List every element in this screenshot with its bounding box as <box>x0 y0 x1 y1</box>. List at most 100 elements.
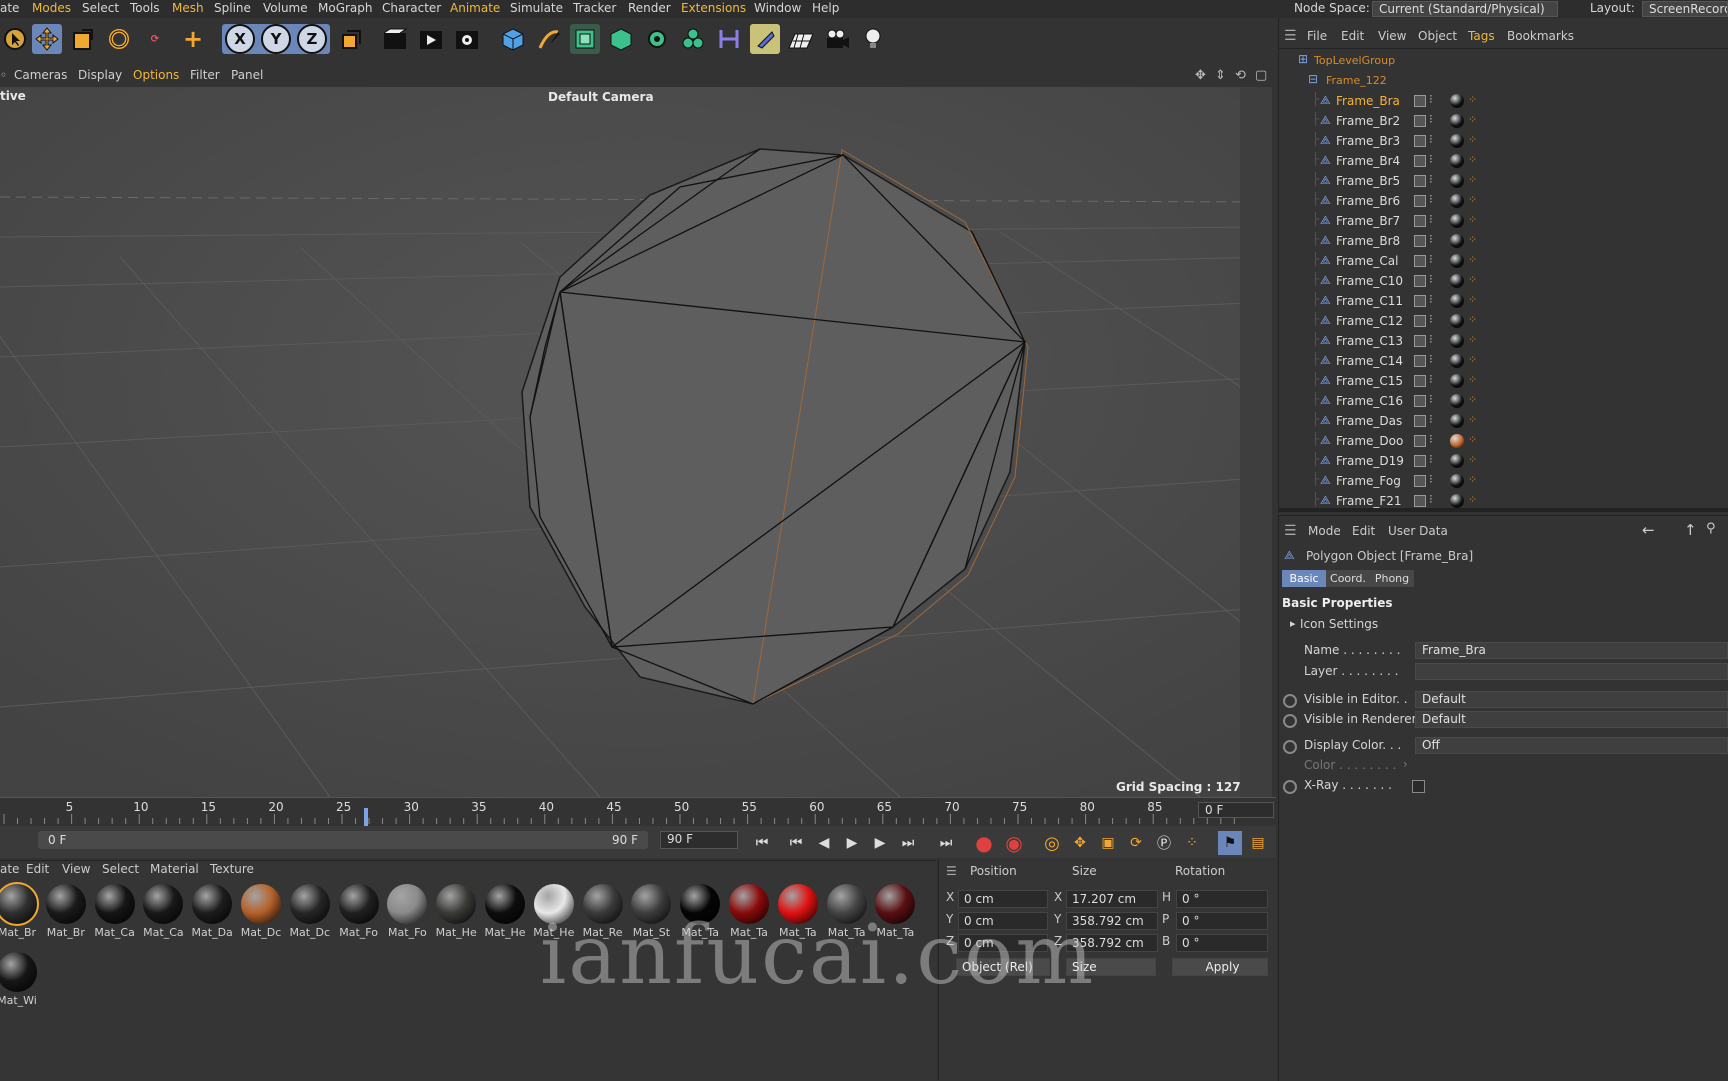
key-scale-icon[interactable]: ▣ <box>1096 831 1120 855</box>
up-arrow-icon[interactable]: ↑ <box>1684 521 1697 539</box>
viewport-menu-panel[interactable]: Panel <box>231 68 263 82</box>
material-tag-icon[interactable] <box>1450 154 1464 168</box>
visibility-dots-icon[interactable]: ⁝ <box>1429 272 1433 286</box>
layer-checkbox[interactable] <box>1414 175 1426 187</box>
material-swatch[interactable]: Mat_Ca <box>140 884 186 939</box>
key-rotation-icon[interactable]: ⟳ <box>1124 831 1148 855</box>
phong-tag-icon[interactable]: ⁘ <box>1468 393 1477 406</box>
cube-primitive-icon[interactable] <box>498 24 528 54</box>
layer-checkbox[interactable] <box>1414 135 1426 147</box>
object-row[interactable]: ├ ⟁ Frame_C14 ⁝ ⁘ <box>1278 352 1728 372</box>
render-view-icon[interactable] <box>380 24 410 54</box>
visibility-dots-icon[interactable]: ⁝ <box>1429 212 1433 226</box>
visible-editor-anim-icon[interactable] <box>1283 694 1297 708</box>
om-menu-file[interactable]: File <box>1307 29 1327 43</box>
layer-checkbox[interactable] <box>1414 255 1426 267</box>
visibility-dots-icon[interactable]: ⁝ <box>1429 292 1433 306</box>
coordinate-system-icon[interactable] <box>336 24 366 54</box>
end-frame-field[interactable]: 90 F <box>660 831 738 849</box>
phong-tag-icon[interactable]: ⁘ <box>1468 293 1477 306</box>
visibility-dots-icon[interactable]: ⁝ <box>1429 332 1433 346</box>
object-row[interactable]: ├ ⟁ Frame_Cal ⁝ ⁘ <box>1278 252 1728 272</box>
object-row[interactable]: ├ ⟁ Frame_Br3 ⁝ ⁘ <box>1278 132 1728 152</box>
object-row[interactable]: ├ ⟁ Frame_D19 ⁝ ⁘ <box>1278 452 1728 472</box>
root-object-name[interactable]: TopLevelGroup <box>1314 54 1395 67</box>
visibility-dots-icon[interactable]: ⁝ <box>1429 112 1433 126</box>
prev-frame-icon[interactable]: ◀ <box>812 831 836 855</box>
menu-animate[interactable]: Animate <box>450 1 500 15</box>
viewport-maximize-icon[interactable]: ▢ <box>1255 68 1267 83</box>
visible-renderer-dropdown[interactable]: Default <box>1415 711 1728 728</box>
cloner-icon[interactable] <box>642 24 672 54</box>
menu-create[interactable]: ate <box>0 1 19 15</box>
layer-checkbox[interactable] <box>1414 455 1426 467</box>
menu-window[interactable]: Window <box>754 1 801 15</box>
layer-checkbox[interactable] <box>1414 475 1426 487</box>
om-menu-tags[interactable]: Tags <box>1468 29 1495 43</box>
material-tag-icon[interactable] <box>1450 214 1464 228</box>
material-tag-icon[interactable] <box>1450 354 1464 368</box>
extrude-icon[interactable] <box>606 24 636 54</box>
object-row[interactable]: ├ ⟁ Frame_Fog ⁝ ⁘ <box>1278 472 1728 492</box>
material-tag-icon[interactable] <box>1450 434 1464 448</box>
group-object-name[interactable]: Frame_122 <box>1326 74 1387 87</box>
icon-settings-label[interactable]: Icon Settings <box>1300 617 1378 631</box>
material-swatch[interactable]: Mat_Fo <box>384 884 430 939</box>
viewport-menu-cameras[interactable]: Cameras <box>14 68 67 82</box>
phong-tag-icon[interactable]: ⁘ <box>1468 353 1477 366</box>
material-tag-icon[interactable] <box>1450 334 1464 348</box>
subdivision-surface-icon[interactable] <box>570 24 600 54</box>
material-tag-icon[interactable] <box>1450 194 1464 208</box>
material-tag-icon[interactable] <box>1450 94 1464 108</box>
object-row[interactable]: ├ ⟁ Frame_Doo ⁝ ⁘ <box>1278 432 1728 452</box>
visibility-dots-icon[interactable]: ⁝ <box>1429 352 1433 366</box>
coord-menu-icon[interactable]: ☰ <box>946 864 957 878</box>
om-menu-icon[interactable]: ☰ <box>1284 28 1297 44</box>
material-swatch[interactable]: Mat_Dc <box>287 884 333 939</box>
position-field[interactable]: 0 cm <box>958 890 1048 908</box>
phong-tag-icon[interactable]: ⁘ <box>1468 473 1477 486</box>
apply-button[interactable]: Apply <box>1172 958 1268 976</box>
floor-environment-icon[interactable] <box>786 24 816 54</box>
viewport-pan-icon[interactable]: ✥ <box>1195 68 1206 83</box>
material-tag-icon[interactable] <box>1450 454 1464 468</box>
object-row[interactable]: ├ ⟁ Frame_Bra ⁝ ⁘ <box>1278 92 1728 112</box>
play-icon[interactable]: ▶ <box>840 831 864 855</box>
mat-menu-texture[interactable]: Texture <box>210 862 254 876</box>
menu-character[interactable]: Character <box>382 1 441 15</box>
node-space-dropdown[interactable]: Current (Standard/Physical) <box>1372 1 1558 17</box>
rotate-tool-icon[interactable] <box>104 24 134 54</box>
record-keys-icon[interactable]: ● <box>972 831 996 855</box>
prev-key-icon[interactable]: ⏮ <box>784 831 808 855</box>
render-settings-icon[interactable] <box>452 24 482 54</box>
z-axis-lock-button[interactable]: Z <box>297 24 327 54</box>
menu-help[interactable]: Help <box>812 1 839 15</box>
field-icon[interactable] <box>750 24 780 54</box>
material-tag-icon[interactable] <box>1450 254 1464 268</box>
mograph-icon[interactable] <box>678 24 708 54</box>
visibility-dots-icon[interactable]: ⁝ <box>1429 252 1433 266</box>
xray-checkbox[interactable] <box>1412 780 1425 793</box>
search-icon[interactable]: ⚲ <box>1706 521 1716 536</box>
menu-select[interactable]: Select <box>82 1 119 15</box>
viewport-scrollbar[interactable] <box>1240 87 1272 797</box>
visible-renderer-anim-icon[interactable] <box>1283 714 1297 728</box>
layer-checkbox[interactable] <box>1414 335 1426 347</box>
menu-modes[interactable]: Modes <box>32 1 71 15</box>
viewport-menu-filter[interactable]: Filter <box>190 68 220 82</box>
display-color-anim-icon[interactable] <box>1283 740 1297 754</box>
menu-volume[interactable]: Volume <box>263 1 308 15</box>
visibility-dots-icon[interactable]: ⁝ <box>1429 432 1433 446</box>
visibility-dots-icon[interactable]: ⁝ <box>1429 312 1433 326</box>
phong-tag-icon[interactable]: ⁘ <box>1468 213 1477 226</box>
mat-menu-select[interactable]: Select <box>102 862 139 876</box>
layer-checkbox[interactable] <box>1414 495 1426 507</box>
material-tag-icon[interactable] <box>1450 314 1464 328</box>
visibility-dots-icon[interactable]: ⁝ <box>1429 92 1433 106</box>
layout-dropdown[interactable]: ScreenRecordi <box>1642 1 1728 17</box>
layer-checkbox[interactable] <box>1414 155 1426 167</box>
phong-tag-icon[interactable]: ⁘ <box>1468 233 1477 246</box>
phong-tag-icon[interactable]: ⁘ <box>1468 493 1477 506</box>
object-row[interactable]: ├ ⟁ Frame_Br5 ⁝ ⁘ <box>1278 172 1728 192</box>
material-swatch[interactable]: Mat_Ca <box>92 884 138 939</box>
